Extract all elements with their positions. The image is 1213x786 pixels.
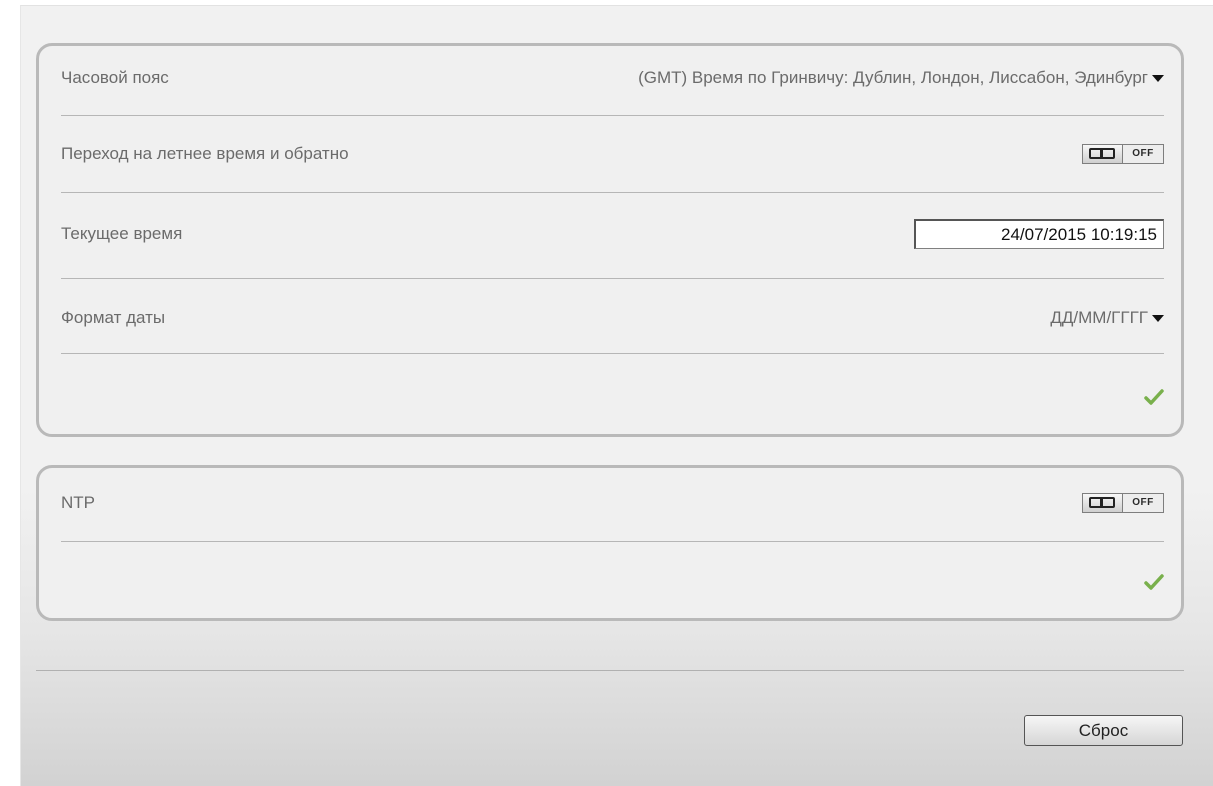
- dst-toggle[interactable]: OFF: [1082, 144, 1164, 164]
- date-format-row: Формат даты ДД/ММ/ГГГГ: [61, 303, 1164, 333]
- timezone-select[interactable]: (GMT) Время по Гринвичу: Дублин, Лондон,…: [638, 68, 1164, 88]
- checkmark-icon[interactable]: [1144, 387, 1164, 407]
- dst-toggle-state: OFF: [1132, 148, 1154, 159]
- date-format-value: ДД/ММ/ГГГГ: [1050, 308, 1148, 327]
- ntp-toggle[interactable]: OFF: [1082, 493, 1164, 513]
- dst-row: Переход на летнее время и обратно OFF: [61, 139, 1164, 169]
- toggle-switch-icon: [1083, 494, 1123, 512]
- divider: [61, 115, 1164, 116]
- time-settings-panel: Часовой пояс (GMT) Время по Гринвичу: Ду…: [36, 43, 1184, 437]
- ntp-label: NTP: [61, 493, 95, 512]
- timezone-row: Часовой пояс (GMT) Время по Гринвичу: Ду…: [61, 63, 1164, 93]
- divider: [61, 353, 1164, 354]
- toggle-switch-icon: [1083, 145, 1123, 163]
- reset-button[interactable]: Сброс: [1024, 715, 1183, 746]
- checkmark-icon[interactable]: [1144, 572, 1164, 592]
- divider: [61, 192, 1164, 193]
- date-format-label: Формат даты: [61, 308, 166, 327]
- timezone-label: Часовой пояс: [61, 68, 169, 87]
- divider: [61, 278, 1164, 279]
- current-time-input[interactable]: [914, 219, 1164, 249]
- ntp-row: NTP OFF: [61, 488, 1164, 518]
- ntp-panel: NTP OFF: [36, 465, 1184, 621]
- current-time-row: Текущее время: [61, 219, 1164, 249]
- section-divider: [36, 670, 1184, 671]
- current-time-label: Текущее время: [61, 224, 183, 243]
- date-format-select[interactable]: ДД/ММ/ГГГГ: [1050, 308, 1164, 328]
- caret-down-icon: [1152, 314, 1164, 322]
- caret-down-icon: [1152, 74, 1164, 82]
- timezone-value: (GMT) Время по Гринвичу: Дублин, Лондон,…: [638, 68, 1148, 87]
- ntp-toggle-state: OFF: [1132, 497, 1154, 508]
- divider: [61, 541, 1164, 542]
- dst-label: Переход на летнее время и обратно: [61, 144, 349, 163]
